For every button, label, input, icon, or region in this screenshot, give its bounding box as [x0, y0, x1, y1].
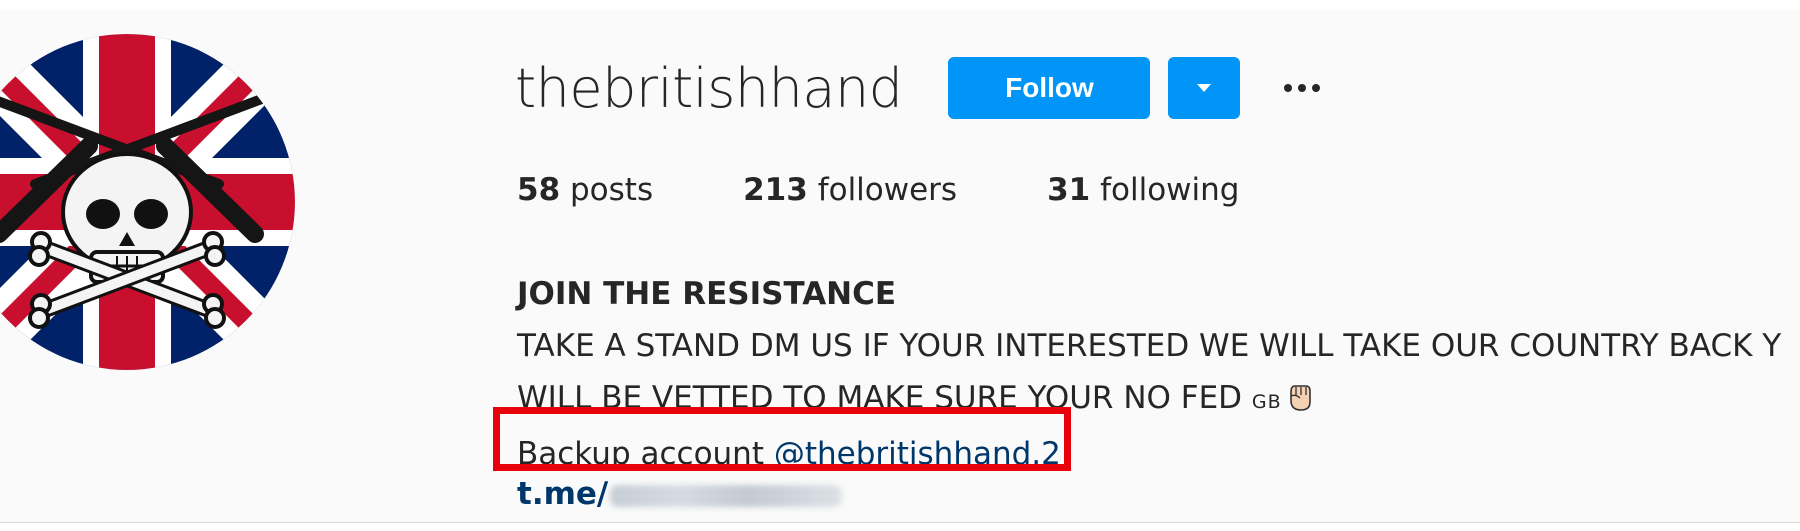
flag-code: GB: [1251, 391, 1282, 413]
profile-stats: 58 posts 213 followers 31 following: [517, 172, 1329, 208]
more-options-dot: [1298, 84, 1307, 92]
bio-name: JOIN THE RESISTANCE: [517, 276, 897, 312]
backup-account-mention-link[interactable]: @thebritishhand.2: [774, 436, 1061, 472]
bio-line-2: WILL BE VETTED TO MAKE SURE YOUR NO FED …: [517, 372, 1800, 428]
raised-fist-icon: [1289, 385, 1311, 411]
following-stat[interactable]: 31 following: [1047, 172, 1239, 208]
bio-backup-line: Backup account @thebritishhand.2: [517, 428, 1800, 480]
chevron-down-icon: [1197, 84, 1212, 92]
followers-count: 213: [743, 172, 808, 208]
followers-stat[interactable]: 213 followers: [743, 172, 957, 208]
following-count: 31: [1047, 172, 1091, 208]
posts-stat: 58 posts: [517, 172, 653, 208]
profile-header-row: thebritishhand Follow: [515, 50, 1332, 126]
suggested-accounts-dropdown-button[interactable]: [1168, 57, 1241, 119]
external-link-prefix: t.me/: [517, 476, 609, 512]
more-options-icon[interactable]: [1272, 68, 1332, 108]
redacted-link-text: [610, 484, 843, 507]
following-label: following: [1100, 172, 1240, 208]
posts-label: posts: [570, 172, 654, 208]
followers-label: followers: [817, 172, 958, 208]
bio-line-1: TAKE A STAND DM US IF YOUR INTERESTED WE…: [517, 328, 1782, 364]
backup-account-label: Backup account: [517, 436, 774, 472]
follow-button[interactable]: Follow: [948, 57, 1151, 119]
profile-avatar[interactable]: [0, 34, 295, 370]
external-link[interactable]: t.me/: [517, 476, 843, 512]
more-options-dot: [1312, 84, 1321, 92]
username: thebritishhand: [515, 56, 903, 120]
union-jack-skull-avatar: [0, 34, 295, 370]
posts-count: 58: [517, 172, 561, 208]
profile-bio: JOIN THE RESISTANCE TAKE A STAND DM US I…: [517, 268, 1800, 480]
bio-line-2-text: WILL BE VETTED TO MAKE SURE YOUR NO FED: [517, 380, 1252, 416]
more-options-dot: [1284, 84, 1293, 92]
profile-header: thebritishhand Follow 58 posts 213 follo…: [0, 10, 1800, 523]
